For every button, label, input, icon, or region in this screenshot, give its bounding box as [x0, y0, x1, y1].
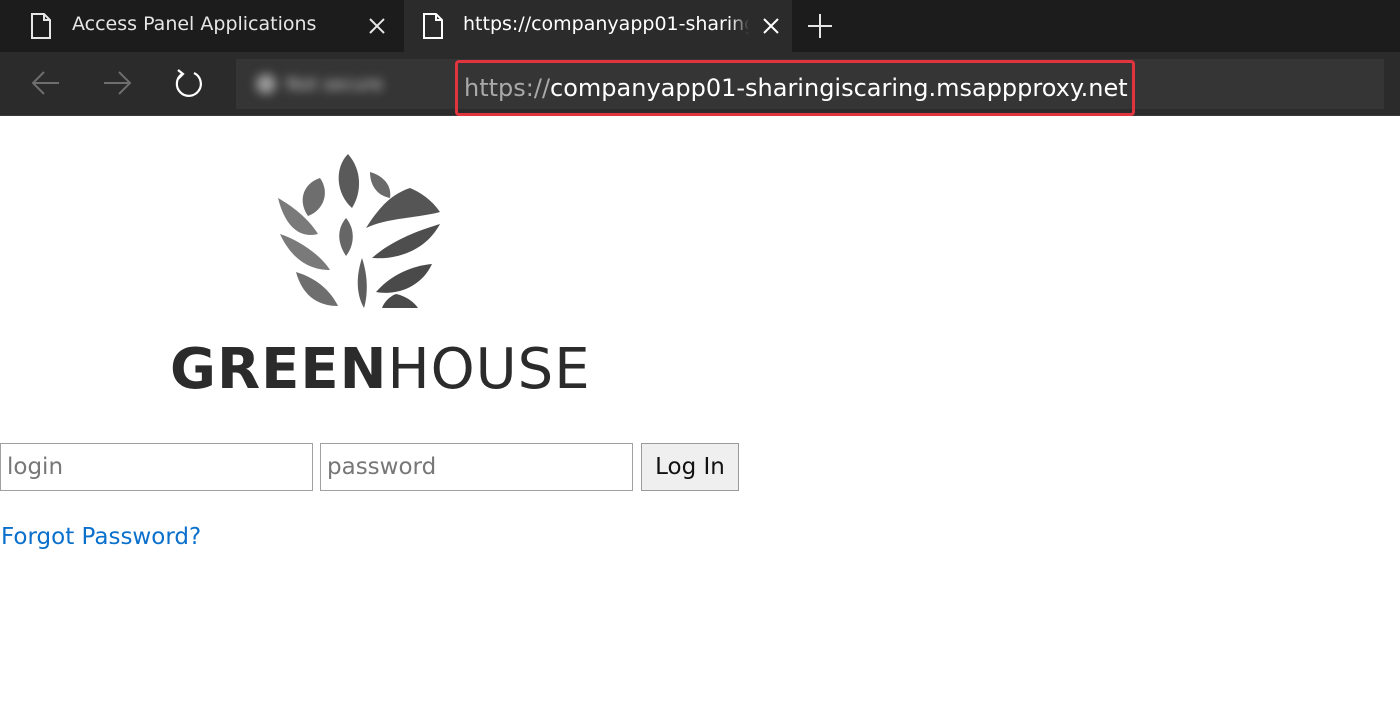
logo-wordmark: GREENHOUSE [170, 337, 590, 402]
new-tab-plus-icon[interactable] [806, 12, 834, 40]
tab-companyapp01[interactable]: https://companyapp01-sharingis [404, 0, 792, 52]
browser-tab-strip: Access Panel Applications https://compan… [0, 0, 1400, 52]
leaf-tree-icon [278, 154, 440, 308]
log-in-button[interactable]: Log In [641, 443, 739, 491]
page-icon [423, 13, 443, 39]
forgot-password-link[interactable]: Forgot Password? [1, 524, 201, 550]
close-tab-icon[interactable] [368, 17, 386, 35]
tab-title: Access Panel Applications [72, 13, 317, 35]
password-input[interactable] [320, 443, 633, 491]
refresh-icon[interactable] [172, 66, 206, 100]
info-icon [256, 74, 276, 94]
page-icon [31, 13, 51, 39]
tab-access-panel-applications[interactable]: Access Panel Applications [0, 0, 400, 52]
greenhouse-logo: GREENHOUSE [170, 146, 590, 402]
login-input[interactable] [0, 443, 313, 491]
close-tab-icon[interactable] [762, 17, 780, 35]
back-arrow-icon[interactable] [29, 66, 63, 100]
logo-word-light: HOUSE [387, 337, 591, 402]
url-field[interactable]: https://companyapp01-sharingiscaring.msa… [455, 60, 1135, 116]
url-scheme: https:// [464, 74, 551, 102]
forward-arrow-icon[interactable] [100, 66, 134, 100]
site-info-label: Not secure [286, 73, 384, 95]
logo-word-bold: GREEN [170, 337, 388, 402]
url-host: companyapp01-sharingiscaring.msappproxy.… [550, 74, 1128, 102]
tab-title: https://companyapp01-sharingis [463, 13, 749, 35]
site-info-blurred[interactable]: Not secure [256, 71, 426, 97]
